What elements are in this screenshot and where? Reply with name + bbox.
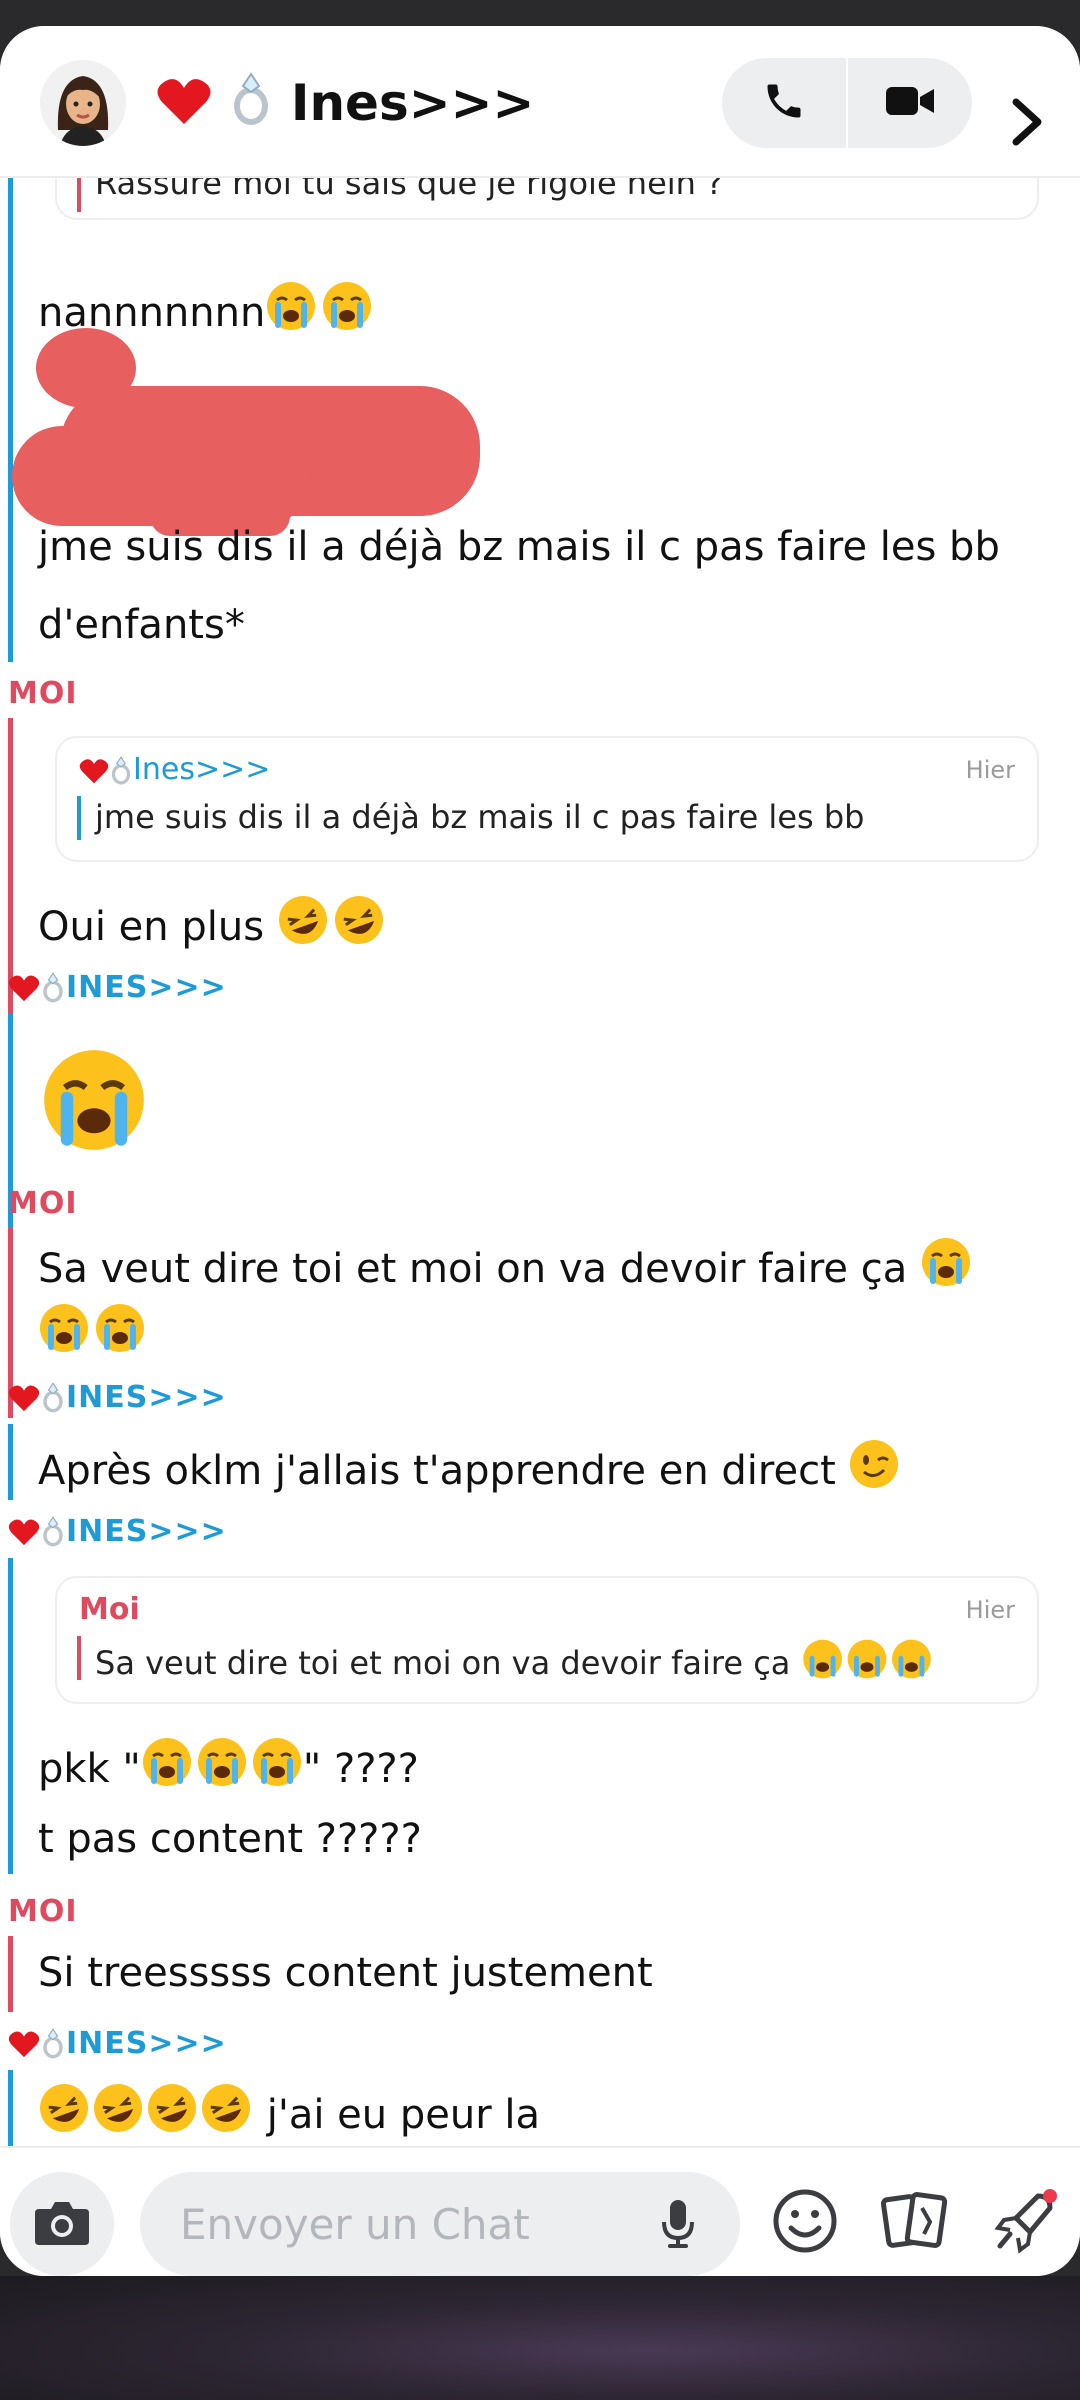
loudly-crying-emoji [801, 1639, 933, 1682]
sender-label-moi: MOI [8, 676, 78, 711]
heart-icon [8, 1514, 40, 1549]
ring-icon [109, 752, 133, 787]
camera-button[interactable] [10, 2172, 114, 2276]
ring-icon [40, 2026, 66, 2061]
message-text[interactable]: j'ai eu peur la [38, 2082, 540, 2138]
ring-icon [40, 1514, 66, 1549]
loudly-crying-emoji[interactable] [40, 1046, 148, 1158]
voice-call-button[interactable] [722, 58, 846, 148]
quoted-message[interactable]: Ines>>> Hier jme suis dis il a déjà bz m… [55, 736, 1039, 862]
chevron-right-icon[interactable] [1010, 98, 1044, 150]
heart-icon [8, 2026, 40, 2061]
call-buttons [722, 58, 972, 148]
message-text[interactable]: t pas content ????? [38, 1816, 422, 1862]
contact-name-text: Ines>>> [290, 74, 535, 132]
message-text[interactable]: Oui en plus [38, 894, 385, 950]
sender-label-ines: INES>>> [8, 970, 227, 1005]
background-blur [0, 2276, 1080, 2400]
sender-label-ines: INES>>> [8, 1380, 227, 1415]
winking-face-emoji [848, 1440, 900, 1494]
smiley-icon[interactable] [772, 2188, 838, 2258]
ring-icon [40, 1380, 66, 1415]
message-text[interactable]: pkk " " ???? [38, 1736, 419, 1792]
chat-header: Ines>>> [0, 26, 1080, 178]
loudly-crying-emoji [265, 282, 373, 336]
heart-icon [8, 1380, 40, 1415]
chat-window: Ines>>> Rassure moi tu sais que je rigol… [0, 26, 1080, 2276]
contact-name[interactable]: Ines>>> [156, 70, 534, 132]
video-camera-icon [884, 81, 936, 125]
message-text[interactable]: Sa veut dire toi et moi on va devoir fai… [38, 1236, 972, 1292]
message-text[interactable]: jme suis dis il a déjà bz mais il c pas … [38, 524, 1000, 570]
heart-icon [79, 752, 109, 787]
quote-timestamp: Hier [965, 1596, 1015, 1624]
message-list[interactable]: Rassure moi tu sais que je rigole hein ?… [0, 176, 1080, 2146]
quoted-message[interactable]: Moi Hier Sa veut dire toi et moi on va d… [55, 1576, 1039, 1704]
sender-label-moi: MOI [8, 1186, 78, 1221]
loudly-crying-emoji [141, 1738, 303, 1792]
ring-icon [229, 72, 290, 132]
camera-icon [33, 2197, 91, 2251]
phone-icon [762, 79, 806, 127]
loudly-crying-emoji [38, 1302, 146, 1358]
heart-icon [8, 970, 40, 1005]
loudly-crying-emoji [920, 1238, 972, 1292]
sender-label-ines: INES>>> [8, 2026, 227, 2061]
quoted-sender: Ines>>> [79, 752, 270, 787]
sender-label-moi: MOI [8, 1894, 78, 1929]
message-text[interactable]: Si treesssss content justement [38, 1950, 653, 1996]
cards-icon[interactable] [880, 2188, 950, 2258]
sender-label-ines: INES>>> [8, 1514, 227, 1549]
message-bar-ines [8, 176, 13, 662]
avatar[interactable] [40, 60, 126, 146]
quoted-text: Rassure moi tu sais que je rigole hein ? [95, 176, 724, 202]
microphone-icon[interactable] [660, 2198, 696, 2254]
message-text[interactable]: d'enfants* [38, 602, 245, 648]
chat-footer [0, 2146, 1080, 2276]
quoted-message[interactable]: Rassure moi tu sais que je rigole hein ? [55, 176, 1039, 220]
rofl-emoji [277, 896, 385, 950]
rofl-emoji [38, 2084, 254, 2138]
chat-input[interactable] [140, 2172, 740, 2276]
quoted-text: Sa veut dire toi et moi on va devoir fai… [95, 1638, 933, 1682]
quoted-sender: Moi [79, 1592, 140, 1627]
quoted-text: jme suis dis il a déjà bz mais il c pas … [95, 798, 865, 836]
ring-icon [40, 970, 66, 1005]
quote-timestamp: Hier [965, 756, 1015, 784]
video-call-button[interactable] [848, 58, 972, 148]
message-text[interactable]: Après oklm j'allais t'apprendre en direc… [38, 1438, 900, 1494]
rocket-icon[interactable] [990, 2188, 1060, 2258]
heart-icon [156, 74, 229, 132]
